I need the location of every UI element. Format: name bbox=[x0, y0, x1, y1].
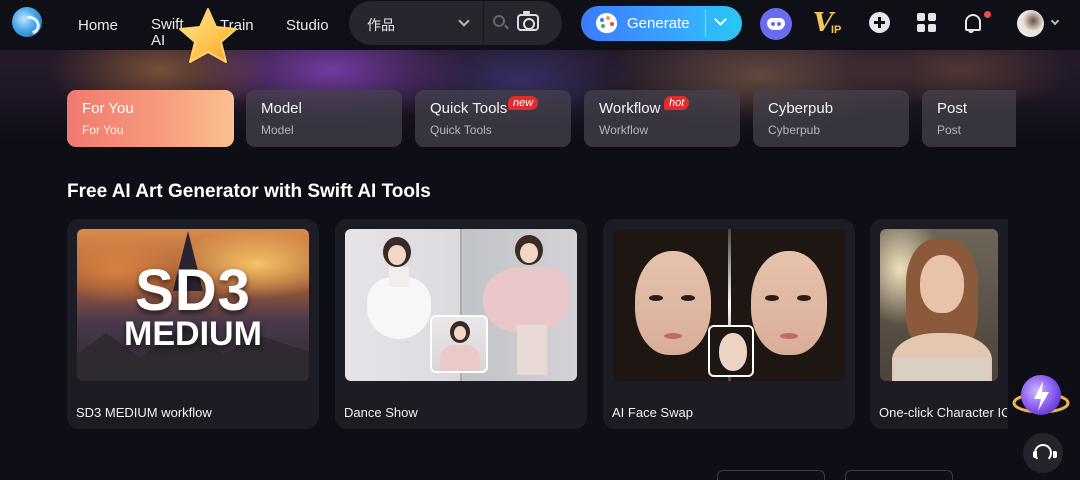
generate-label: Generate bbox=[627, 15, 690, 32]
card-sd3-medium-workflow[interactable]: SD3 MEDIUM SD3 MEDIUM workflow bbox=[67, 219, 319, 429]
tab-subtitle: Post bbox=[937, 123, 962, 137]
card-thumbnail bbox=[880, 229, 998, 381]
card-ai-face-swap[interactable]: AI Face Swap bbox=[603, 219, 855, 429]
tab-cyberpub[interactable]: Cyberpub Cyberpub bbox=[753, 90, 909, 147]
tab-subtitle: Cyberpub bbox=[768, 123, 821, 137]
tab-subtitle: Quick Tools bbox=[430, 123, 492, 137]
tab-for-you[interactable]: For You For You bbox=[67, 90, 234, 147]
tab-title: Workflow bbox=[599, 100, 661, 117]
hot-badge: hot bbox=[664, 96, 690, 110]
search-divider bbox=[483, 1, 484, 45]
notification-dot bbox=[984, 11, 991, 18]
card-dance-show[interactable]: Dance Show bbox=[335, 219, 587, 429]
generate-dropdown-chevron-icon[interactable] bbox=[714, 13, 727, 26]
section-title: Free AI Art Generator with Swift AI Tool… bbox=[67, 181, 431, 202]
tab-subtitle: Workflow bbox=[599, 123, 649, 137]
vip-ip-text: IP bbox=[831, 24, 842, 36]
new-badge: new bbox=[508, 96, 539, 110]
plus-icon[interactable] bbox=[869, 12, 890, 33]
search-bar: 作品 bbox=[349, 1, 562, 45]
card-label: One-click Character IC bbox=[879, 405, 1007, 420]
tab-title: For You bbox=[82, 100, 134, 117]
card-thumbnail: SD3 MEDIUM bbox=[77, 229, 309, 381]
bell-icon[interactable] bbox=[963, 12, 983, 34]
nav-studio[interactable]: Studio bbox=[286, 18, 329, 34]
tab-title: Model bbox=[261, 100, 302, 117]
bottom-card-edge bbox=[845, 470, 953, 480]
tab-title: Cyberpub bbox=[768, 100, 834, 117]
discord-icon[interactable] bbox=[760, 8, 792, 40]
tab-post[interactable]: Post Post bbox=[922, 90, 1016, 147]
generate-button[interactable]: Generate bbox=[581, 6, 742, 41]
tab-title: Quick Tools bbox=[430, 100, 508, 117]
tab-quick-tools[interactable]: Quick Tools Quick Tools new bbox=[415, 90, 571, 147]
card-thumbnail bbox=[345, 229, 577, 381]
card-label: AI Face Swap bbox=[612, 405, 693, 420]
camera-icon[interactable] bbox=[517, 11, 539, 31]
thumb-face bbox=[920, 255, 964, 313]
thumb-inset bbox=[708, 325, 754, 377]
card-label: SD3 MEDIUM workflow bbox=[76, 405, 212, 420]
tab-workflow[interactable]: Workflow Workflow hot bbox=[584, 90, 740, 147]
tab-subtitle: Model bbox=[261, 123, 294, 137]
top-nav: Home Swift AI Train Studio 作品 Generate V… bbox=[0, 0, 1080, 50]
card-label: Dance Show bbox=[344, 405, 418, 420]
tab-title: Post bbox=[937, 100, 968, 117]
page: Home Swift AI Train Studio 作品 Generate V… bbox=[0, 0, 1080, 480]
vip-icon[interactable]: V IP bbox=[811, 8, 847, 38]
tab-model[interactable]: Model Model bbox=[246, 90, 402, 147]
palette-icon bbox=[596, 13, 617, 33]
chevron-down-icon[interactable] bbox=[1050, 16, 1060, 26]
avatar[interactable] bbox=[1017, 10, 1044, 37]
logo-icon[interactable] bbox=[12, 7, 42, 37]
thumb-subtitle: MEDIUM bbox=[124, 315, 262, 353]
chevron-down-icon[interactable] bbox=[458, 15, 470, 27]
generate-split bbox=[705, 10, 706, 37]
grid-icon[interactable] bbox=[917, 13, 937, 33]
card-one-click-character[interactable]: One-click Character IC bbox=[870, 219, 1008, 429]
card-thumbnail bbox=[613, 229, 845, 381]
thumb-title: SD3 bbox=[135, 258, 251, 323]
star-icon bbox=[179, 8, 237, 63]
tab-subtitle: For You bbox=[82, 123, 124, 137]
thumb-dress bbox=[894, 357, 990, 381]
search-icon[interactable] bbox=[493, 15, 505, 27]
headset-icon[interactable] bbox=[1023, 433, 1063, 473]
assistant-icon[interactable] bbox=[1012, 369, 1070, 425]
thumb-face bbox=[751, 251, 827, 355]
nav-home[interactable]: Home bbox=[78, 18, 118, 34]
thumb-face bbox=[635, 251, 711, 355]
bottom-card-edge bbox=[717, 470, 825, 480]
thumb-inset bbox=[430, 315, 488, 373]
search-category-select[interactable]: 作品 bbox=[367, 15, 395, 35]
